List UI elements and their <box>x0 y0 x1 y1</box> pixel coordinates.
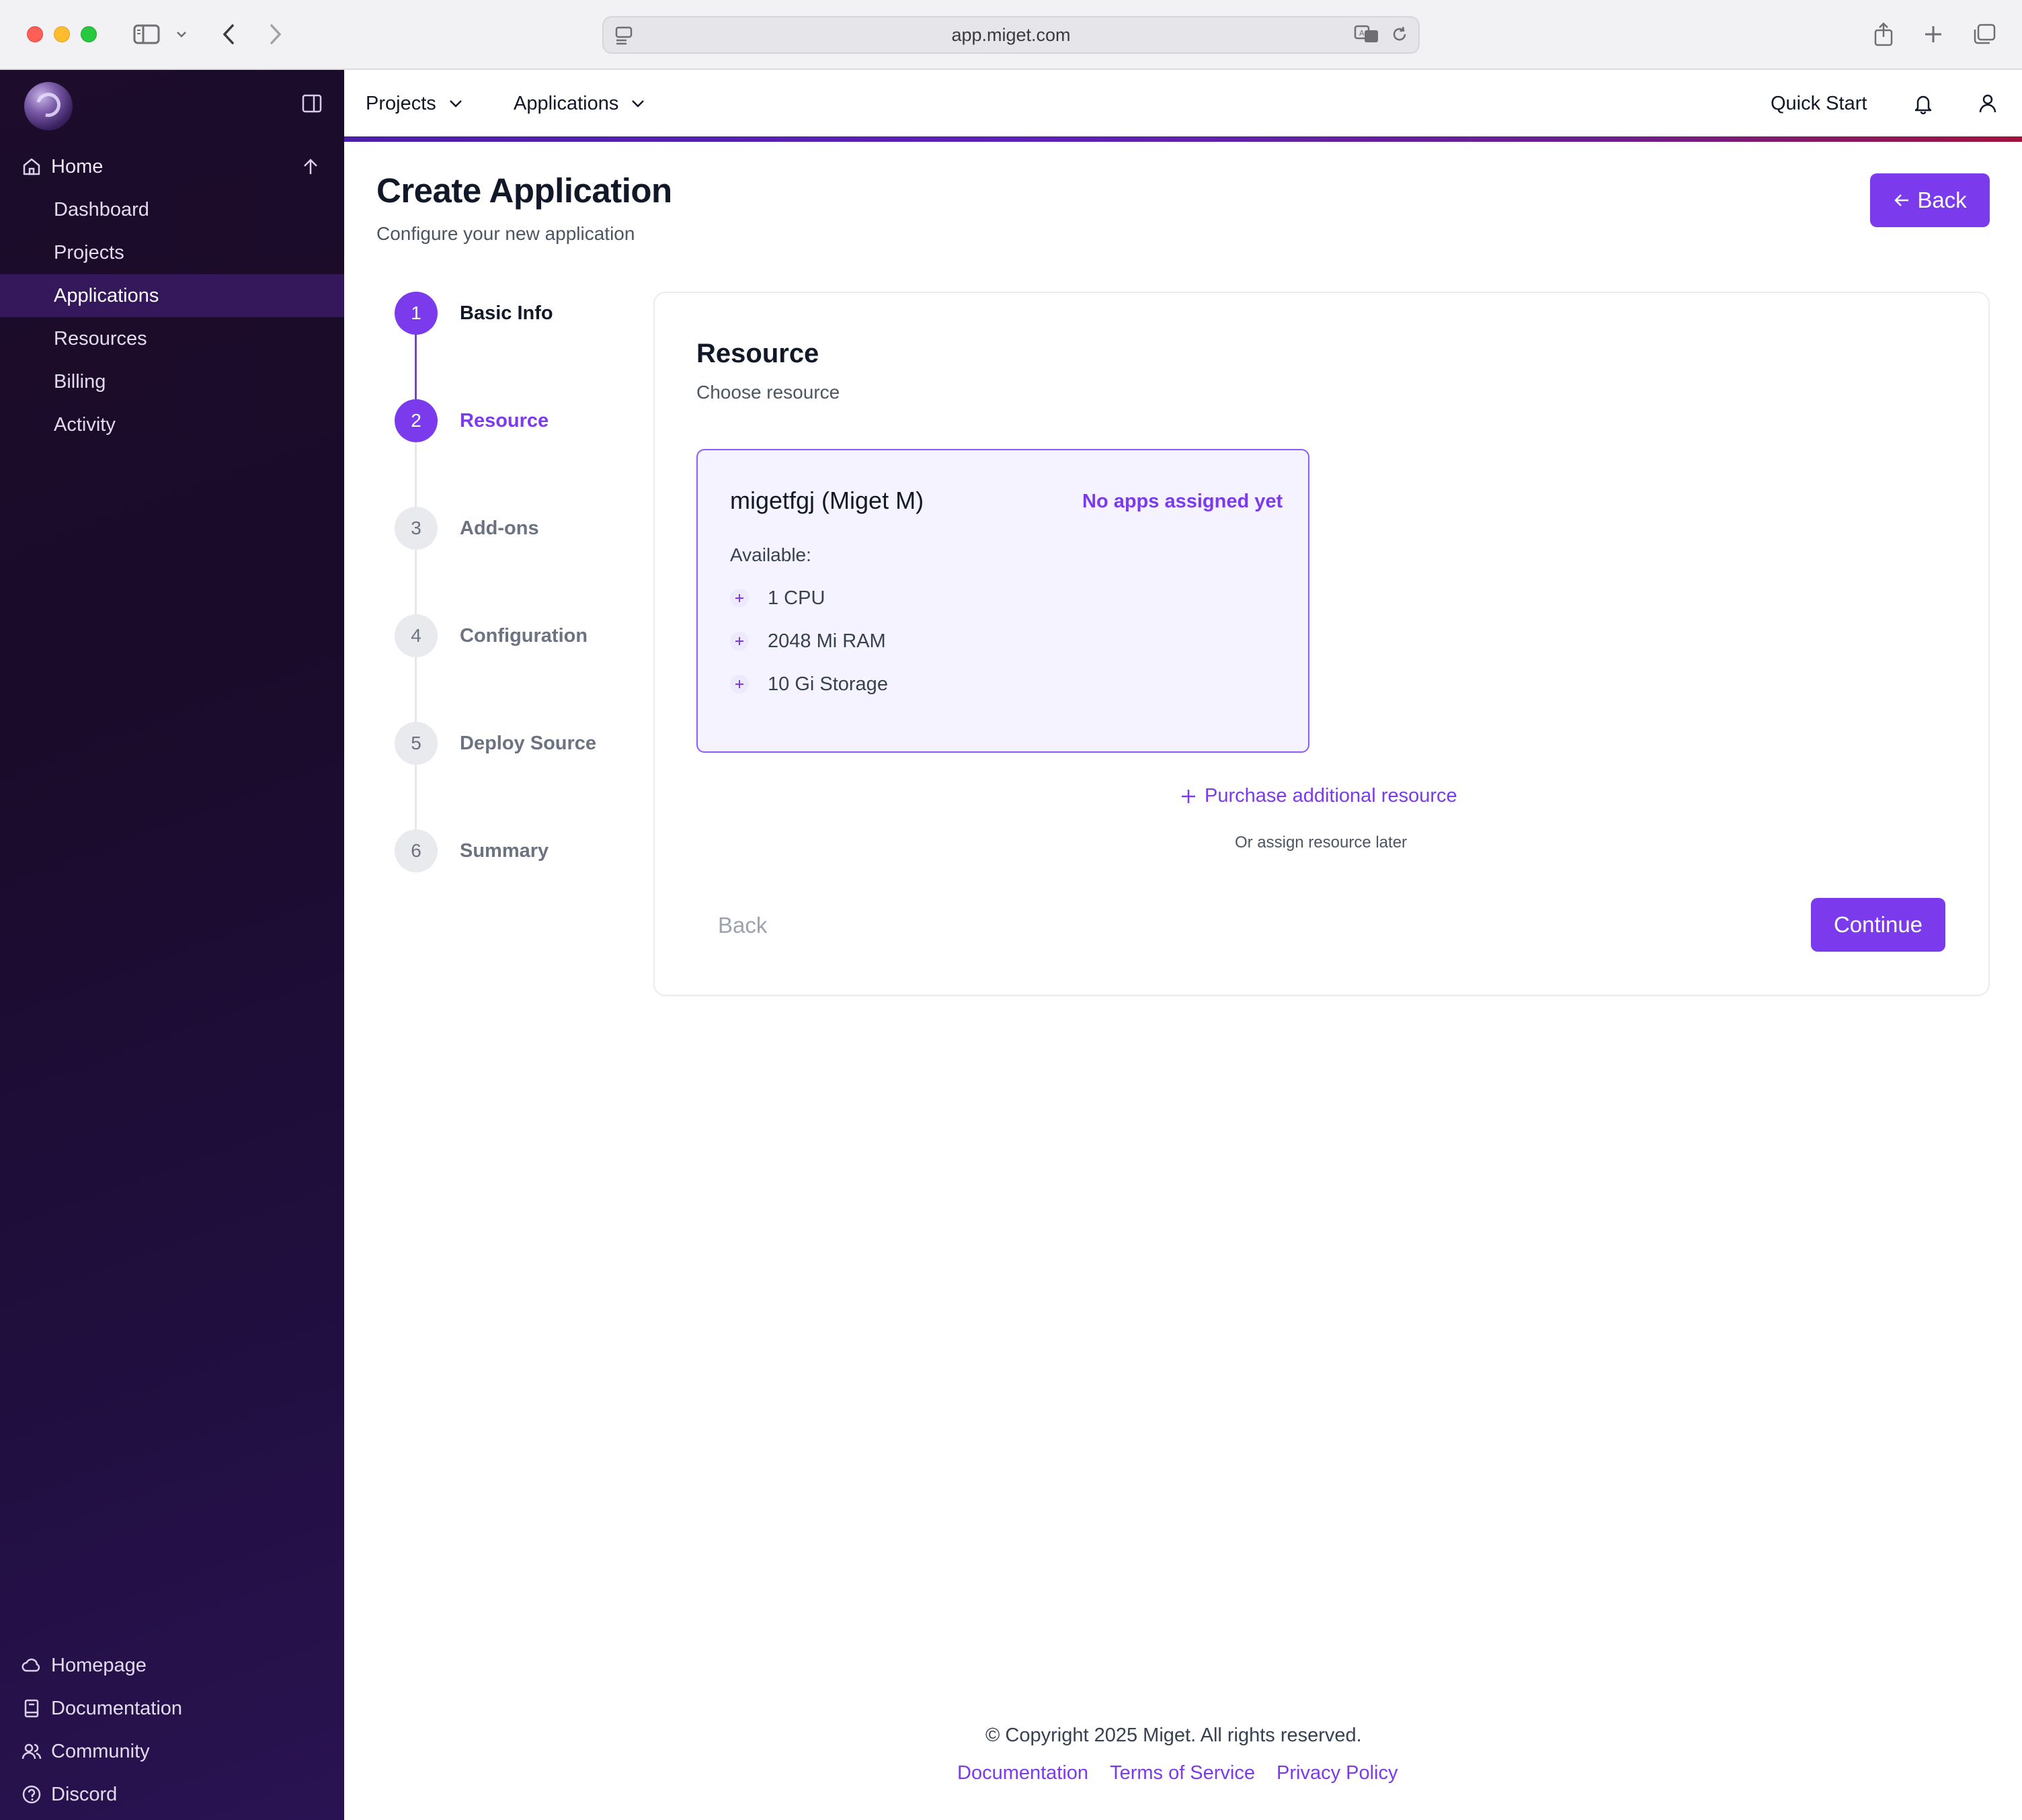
maximize-window-button[interactable] <box>81 26 97 42</box>
top-navigation: Projects Applications Quick Start <box>344 70 2022 137</box>
resource-name: migetfgj (Miget M) <box>730 487 924 514</box>
url-text[interactable]: app.miget.com <box>604 17 1418 52</box>
miget-logo[interactable] <box>24 82 73 130</box>
footer-link-terms[interactable]: Terms of Service <box>1110 1762 1255 1784</box>
projects-menu-label: Projects <box>366 92 436 114</box>
share-icon[interactable] <box>1870 19 1897 50</box>
section-title: Resource <box>696 339 819 368</box>
applications-menu[interactable]: Applications <box>514 70 645 137</box>
sidebar-item-resources[interactable]: Resources <box>0 317 344 360</box>
step-connector <box>415 548 417 624</box>
section-subtitle: Choose resource <box>696 382 840 403</box>
step-connector <box>415 441 417 516</box>
step-label-basic-info[interactable]: Basic Info <box>460 302 553 325</box>
new-tab-icon[interactable] <box>1920 19 1947 50</box>
purchase-resource-link[interactable]: Purchase additional resource <box>1180 785 1457 807</box>
back-arrow-icon[interactable] <box>215 19 242 50</box>
book-icon <box>22 1698 42 1719</box>
sidebar-toggle-icon[interactable] <box>129 19 164 50</box>
help-circle-icon <box>22 1784 42 1805</box>
plus-icon <box>730 589 749 608</box>
applications-menu-label: Applications <box>514 92 619 114</box>
sidebar-item-label: Documentation <box>51 1697 183 1719</box>
tab-overview-icon[interactable] <box>1970 19 1999 50</box>
step-label-configuration: Configuration <box>460 625 588 647</box>
chevron-down-icon <box>448 99 463 108</box>
sidebar-item-homepage[interactable]: Homepage <box>0 1644 344 1687</box>
arrow-left-icon <box>1893 192 1910 208</box>
sidebar: Home Dashboard Projects Applications Res… <box>0 70 344 1820</box>
close-window-button[interactable] <box>27 26 43 42</box>
step-label-deploy-source: Deploy Source <box>460 733 597 754</box>
plus-icon <box>730 675 749 694</box>
quick-start-link[interactable]: Quick Start <box>1771 70 1867 137</box>
chevron-down-icon <box>631 99 645 108</box>
cloud-icon <box>22 1655 42 1676</box>
browser-toolbar: app.miget.com A <box>0 0 2022 70</box>
sidebar-item-community[interactable]: Community <box>0 1730 344 1773</box>
assign-later-note: Or assign resource later <box>1234 833 1408 852</box>
step-label-resource[interactable]: Resource <box>460 410 549 432</box>
step-number[interactable]: 1 <box>395 292 438 335</box>
sidebar-item-label: Discord <box>51 1783 118 1805</box>
step-connector <box>415 333 417 409</box>
minimize-window-button[interactable] <box>54 26 70 42</box>
sidebar-item-activity[interactable]: Activity <box>0 403 344 446</box>
resource-spec-label: 10 Gi Storage <box>768 673 888 695</box>
topnav-gradient-divider <box>344 136 2022 142</box>
bell-icon[interactable] <box>1913 70 1933 137</box>
resource-available-label: Available: <box>730 544 811 565</box>
quick-start-label: Quick Start <box>1771 92 1867 114</box>
step-back-button[interactable]: Back <box>718 913 767 938</box>
forward-arrow-icon[interactable] <box>262 19 289 50</box>
home-icon <box>22 157 42 177</box>
step-number[interactable]: 2 <box>395 399 438 442</box>
svg-text:A: A <box>1359 29 1365 38</box>
collapse-sidebar-icon[interactable] <box>301 93 323 114</box>
back-button-label: Back <box>1917 188 1967 212</box>
continue-button[interactable]: Continue <box>1811 898 1945 952</box>
arrow-up-icon[interactable] <box>301 157 320 176</box>
page-title: Create Application <box>376 171 672 210</box>
step-number: 4 <box>395 614 438 657</box>
page-subtitle: Configure your new application <box>376 223 635 244</box>
chevron-down-icon[interactable] <box>172 19 191 50</box>
sidebar-item-documentation[interactable]: Documentation <box>0 1687 344 1730</box>
resource-spec-item: 10 Gi Storage <box>730 671 888 698</box>
resource-spec-item: 1 CPU <box>730 585 825 612</box>
resource-spec-item: 2048 Mi RAM <box>730 628 886 655</box>
sidebar-home-label: Home <box>51 155 104 177</box>
resource-spec-label: 2048 Mi RAM <box>768 630 886 652</box>
user-icon[interactable] <box>1978 70 1998 137</box>
sidebar-item-applications[interactable]: Applications <box>0 274 344 317</box>
reload-icon[interactable] <box>1390 25 1409 44</box>
users-icon <box>22 1741 42 1762</box>
step-connector <box>415 763 417 839</box>
plus-icon <box>730 632 749 651</box>
sidebar-item-dashboard[interactable]: Dashboard <box>0 188 344 231</box>
footer-links: Documentation Terms of Service Privacy P… <box>957 1762 1398 1784</box>
step-number: 5 <box>395 722 438 765</box>
purchase-resource-label: Purchase additional resource <box>1205 785 1457 806</box>
sidebar-item-label: Homepage <box>51 1654 147 1676</box>
plus-icon <box>1180 788 1197 804</box>
continue-button-label: Continue <box>1833 912 1923 937</box>
projects-menu[interactable]: Projects <box>366 70 463 137</box>
resource-status-badge: No apps assigned yet <box>1082 491 1283 512</box>
sidebar-item-billing[interactable]: Billing <box>0 360 344 403</box>
resource-spec-label: 1 CPU <box>768 587 825 609</box>
back-button[interactable]: Back <box>1870 173 1990 227</box>
copyright-text: © Copyright 2025 Miget. All rights reser… <box>985 1725 1362 1746</box>
sidebar-item-projects[interactable]: Projects <box>0 231 344 274</box>
sidebar-item-home[interactable]: Home <box>0 145 344 188</box>
sidebar-item-label: Community <box>51 1740 150 1762</box>
address-bar[interactable]: app.miget.com A <box>602 16 1420 54</box>
step-label-add-ons: Add-ons <box>460 518 539 539</box>
step-connector <box>415 656 417 731</box>
translate-icon[interactable]: A <box>1354 24 1381 44</box>
footer-link-documentation[interactable]: Documentation <box>957 1762 1088 1784</box>
sidebar-item-discord[interactable]: Discord <box>0 1773 344 1816</box>
step-number: 3 <box>395 507 438 550</box>
footer-link-privacy[interactable]: Privacy Policy <box>1277 1762 1398 1784</box>
